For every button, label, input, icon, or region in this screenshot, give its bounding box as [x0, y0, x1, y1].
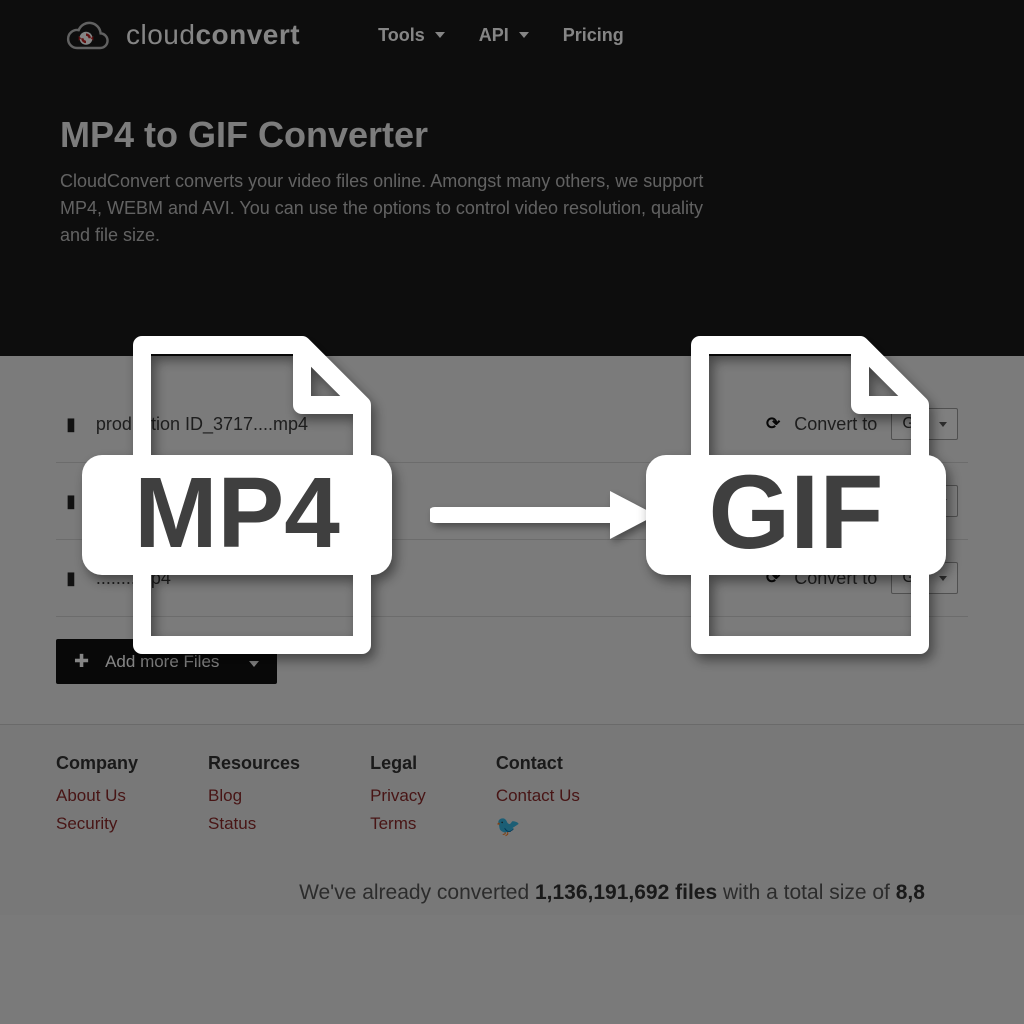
file-icon: ▮ — [66, 491, 76, 512]
footer-col-resources: Resources Blog Status — [208, 753, 300, 847]
nav-api[interactable]: API — [479, 25, 529, 46]
footer-col-company: Company About Us Security — [56, 753, 138, 847]
format-select[interactable]: GIF — [891, 485, 958, 517]
top-nav: cloudconvert Tools API Pricing — [0, 0, 1024, 70]
footer-col-legal: Legal Privacy Terms — [370, 753, 426, 847]
link-status[interactable]: Status — [208, 814, 300, 834]
brand-text: cloudconvert — [126, 19, 300, 51]
file-name: production ID_4107....mp4 — [96, 491, 308, 512]
convert-to-label: Convert to — [794, 491, 877, 512]
file-list: ▮ production ID_3717....mp4 ⟳ Convert to… — [0, 356, 1024, 724]
footer-col-contact: Contact Contact Us 🐦 — [496, 753, 580, 847]
sync-icon: ⟳ — [766, 568, 780, 588]
add-more-label: Add more Files — [105, 652, 219, 672]
convert-to-label: Convert to — [794, 414, 877, 435]
stats-line: We've already converted 1,136,191,692 fi… — [56, 881, 968, 905]
file-row: ▮ production ID_4107....mp4 ⟳ Convert to… — [56, 463, 968, 540]
twitter-icon[interactable]: 🐦 — [496, 814, 580, 839]
nav-tools[interactable]: Tools — [378, 25, 445, 46]
logo[interactable]: cloudconvert — [60, 18, 300, 52]
link-security[interactable]: Security — [56, 814, 138, 834]
add-more-files-button[interactable]: ✚ Add more Files — [56, 639, 277, 684]
footer-heading: Company — [56, 753, 138, 774]
chevron-down-icon — [249, 652, 259, 672]
link-contact-us[interactable]: Contact Us — [496, 786, 580, 806]
link-about-us[interactable]: About Us — [56, 786, 138, 806]
page-description: CloudConvert converts your video files o… — [60, 168, 720, 249]
sync-icon: ⟳ — [766, 414, 780, 434]
link-blog[interactable]: Blog — [208, 786, 300, 806]
footer-heading: Contact — [496, 753, 580, 774]
nav-pricing[interactable]: Pricing — [563, 25, 624, 46]
file-icon: ▮ — [66, 568, 76, 589]
link-terms[interactable]: Terms — [370, 814, 426, 834]
file-row: ▮ ........mp4 ⟳ Convert to GIF — [56, 540, 968, 617]
page-title: MP4 to GIF Converter — [60, 114, 720, 156]
file-name: production ID_3717....mp4 — [96, 414, 308, 435]
link-privacy[interactable]: Privacy — [370, 786, 426, 806]
footer-heading: Legal — [370, 753, 426, 774]
footer-heading: Resources — [208, 753, 300, 774]
convert-to-label: Convert to — [794, 568, 877, 589]
format-select[interactable]: GIF — [891, 562, 958, 594]
cloud-logo-icon — [60, 18, 112, 52]
format-select[interactable]: GIF — [891, 408, 958, 440]
file-name: ........mp4 — [96, 568, 171, 589]
file-icon: ▮ — [66, 414, 76, 435]
sync-icon: ⟳ — [766, 491, 780, 511]
add-file-icon: ✚ — [74, 651, 89, 672]
file-row: ▮ production ID_3717....mp4 ⟳ Convert to… — [56, 386, 968, 463]
